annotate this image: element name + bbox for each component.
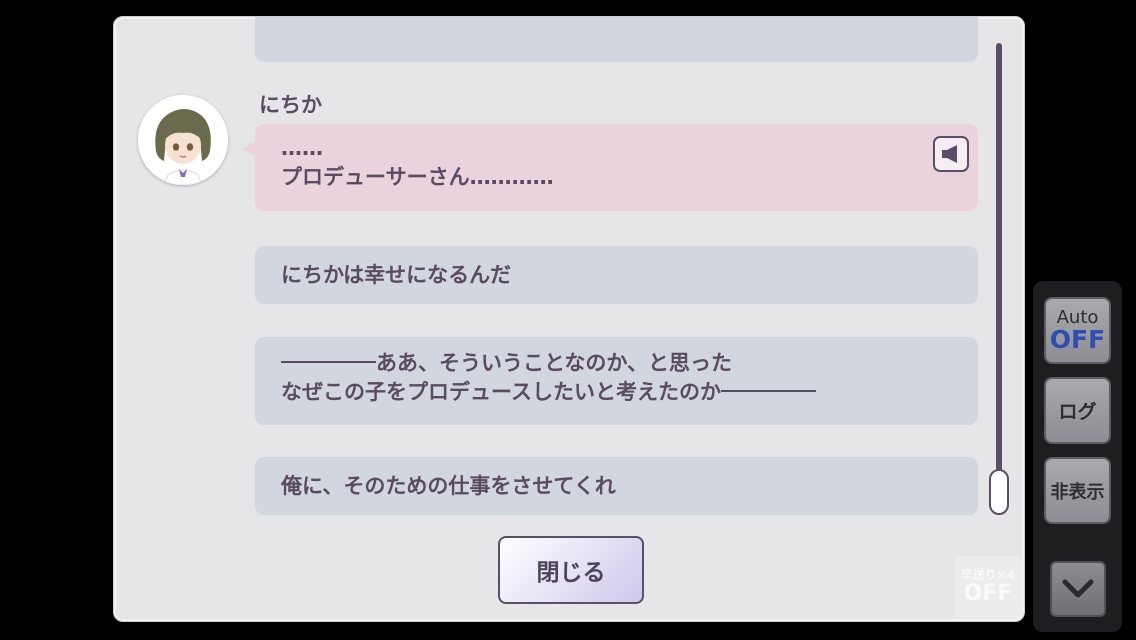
hide-button[interactable]: 非表示: [1044, 457, 1111, 524]
close-button[interactable]: 閉じる: [498, 536, 644, 604]
auto-state: OFF: [1049, 325, 1106, 354]
log-button[interactable]: ログ: [1044, 377, 1111, 444]
log-entry: 俺に、そのための仕事をさせてくれ: [255, 457, 978, 515]
chevron-down-icon: [1062, 579, 1094, 598]
log-entry: ああ、そういうことなのか、と思った なぜこの子をプロデュースしたいと考えたのか: [255, 337, 978, 425]
ff-label: 早送り×4: [960, 568, 1016, 582]
log-entry-partial: [255, 17, 978, 62]
entry-line-2: なぜこの子をプロデュースしたいと考えたのか: [281, 380, 721, 404]
fast-forward-button[interactable]: 早送り×4 OFF: [954, 556, 1022, 618]
auto-button[interactable]: Auto OFF: [1044, 297, 1111, 364]
entry-text: 俺に、そのための仕事をさせてくれ: [281, 473, 616, 498]
speaker-name: にちか: [259, 93, 322, 117]
speaker-icon: [942, 145, 957, 163]
entry-line-1: ああ、そういうことなのか、と思った: [376, 351, 732, 375]
ff-state: OFF: [963, 581, 1013, 606]
character-avatar: [138, 95, 228, 185]
scrollbar-thumb[interactable]: [989, 469, 1009, 515]
log-entry-voiced: …… プロデューサーさん…………: [241, 124, 978, 211]
entry-line-2: プロデューサーさん…………: [281, 165, 554, 189]
entry-text: にちかは幸せになるんだ: [281, 262, 512, 287]
entry-line-1: ……: [281, 136, 323, 160]
log-entry: にちかは幸せになるんだ: [255, 246, 978, 304]
scrollbar-track[interactable]: [996, 43, 1002, 513]
dash-rule: [720, 390, 816, 392]
voice-replay-button[interactable]: [933, 136, 969, 172]
log-list[interactable]: にちか …… プロデューサーさん………… にちかは幸せになるんだ ああ、そういう…: [114, 17, 994, 527]
dash-rule: [281, 361, 376, 363]
scroll-down-button[interactable]: [1050, 561, 1106, 617]
log-panel: にちか …… プロデューサーさん………… にちかは幸せになるんだ ああ、そういう…: [113, 16, 1025, 622]
